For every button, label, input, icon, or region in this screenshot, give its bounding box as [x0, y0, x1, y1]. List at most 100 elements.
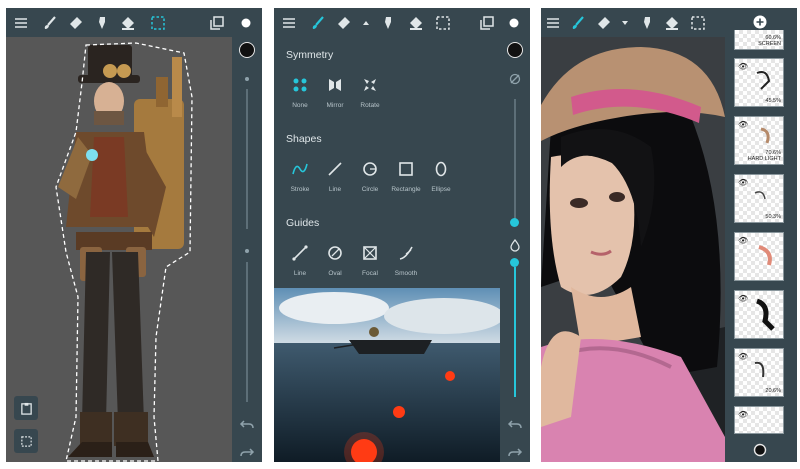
layer-thumbnail[interactable]: 👁 20.6% [734, 348, 784, 397]
option-label: Ellipse [431, 186, 451, 193]
layer-thumbnail[interactable]: 60.6% SCREEN [734, 30, 784, 50]
smudge-icon[interactable] [378, 13, 398, 33]
add-layer-icon[interactable] [750, 12, 770, 32]
layers-panel: 60.6% SCREEN 👁 45.5% 👁 70.6% HARD LIGHT 👁 … [725, 8, 797, 462]
option-guide-oval[interactable]: Oval [315, 242, 355, 277]
stroke-icon [292, 163, 308, 175]
brush-opacity-slider[interactable] [246, 262, 248, 402]
option-shape-stroke[interactable]: Stroke [280, 158, 320, 193]
layer-preview-sketch [758, 245, 772, 266]
brush-opacity-slider[interactable] [514, 267, 516, 397]
selection-icon[interactable] [688, 13, 708, 33]
eraser-icon[interactable] [594, 13, 614, 33]
layer-thumbnail[interactable]: 👁 [734, 406, 784, 434]
undo-icon[interactable] [237, 414, 257, 434]
selection-button[interactable] [14, 429, 38, 453]
layer-blend-mode: SCREEN [758, 41, 781, 47]
clipboard-button[interactable] [14, 396, 38, 420]
section-title-guides: Guides [286, 217, 320, 229]
current-color-swatch[interactable] [507, 42, 523, 58]
guide-oval-icon [328, 246, 342, 260]
brush-icon[interactable] [308, 13, 328, 33]
option-guide-focal[interactable]: Focal [350, 242, 390, 277]
girl-portrait-artwork [541, 37, 725, 462]
color-icon[interactable] [750, 440, 770, 460]
undo-icon[interactable] [505, 414, 525, 434]
option-shape-line[interactable]: Line [315, 158, 355, 193]
selection-icon[interactable] [433, 13, 453, 33]
caret-up-icon[interactable] [356, 13, 376, 33]
transparent-color-icon[interactable] [505, 69, 525, 89]
symmetry-mirror-icon [329, 79, 341, 91]
color-icon[interactable] [504, 13, 524, 33]
smudge-icon[interactable] [637, 13, 657, 33]
top-toolbar [274, 8, 530, 37]
layer-opacity: 50.3% [765, 214, 781, 220]
eraser-icon[interactable] [334, 13, 354, 33]
symmetry-rotate-icon [364, 79, 376, 91]
opacity-min-dot [245, 249, 249, 253]
eraser-icon[interactable] [66, 13, 86, 33]
option-label: Line [293, 270, 307, 277]
brush-icon[interactable] [568, 13, 588, 33]
guide-line-icon [292, 245, 308, 261]
menu-icon[interactable] [279, 13, 299, 33]
option-label: None [292, 102, 308, 109]
option-guide-line[interactable]: Line [280, 242, 320, 277]
layer-thumbnail[interactable]: 👁 [734, 232, 784, 281]
option-label: Line [328, 186, 342, 193]
phone-screen-layers: 60.6% SCREEN 👁 45.5% 👁 70.6% HARD LIGHT 👁 … [541, 8, 797, 462]
layer-thumbnail[interactable]: 👁 70.6% HARD LIGHT [734, 116, 784, 165]
option-symmetry-none[interactable]: None [280, 74, 320, 109]
layer-thumbnail[interactable]: 👁 45.5% [734, 58, 784, 107]
smudge-icon[interactable] [92, 13, 112, 33]
option-shape-ellipse[interactable]: Ellipse [421, 158, 461, 193]
canvas-area[interactable] [274, 288, 504, 462]
brush-size-slider[interactable] [246, 89, 248, 229]
steampunk-character-artwork [55, 42, 193, 462]
option-guide-smooth[interactable]: Smooth [386, 242, 426, 277]
option-symmetry-mirror[interactable]: Mirror [315, 74, 355, 109]
ellipse-icon [435, 161, 447, 177]
layer-thumbnail[interactable]: 👁 [734, 290, 784, 339]
canvas-area[interactable] [541, 37, 725, 462]
phone-screen-shapes-menu: Symmetry None Mirror Rotate Shapes Strok… [274, 8, 530, 462]
top-toolbar [541, 8, 725, 37]
canvas-area[interactable] [6, 37, 232, 462]
phone-screen-steampunk [6, 8, 262, 462]
fill-icon[interactable] [406, 13, 426, 33]
layer-thumbnail[interactable]: 👁 50.3% [734, 174, 784, 223]
symmetry-none-icon [293, 78, 307, 92]
option-label: Stroke [290, 186, 310, 193]
guide-smooth-icon [399, 246, 413, 260]
caret-down-icon[interactable] [615, 13, 635, 33]
fill-icon[interactable] [118, 13, 138, 33]
redo-icon[interactable] [505, 442, 525, 462]
brush-opacity-knob[interactable] [510, 258, 519, 267]
selection-icon[interactable] [148, 13, 168, 33]
color-icon[interactable] [236, 13, 256, 33]
menu-icon[interactable] [11, 13, 31, 33]
redo-icon[interactable] [237, 442, 257, 462]
option-shape-circle[interactable]: Circle [350, 158, 390, 193]
option-label: Circle [361, 186, 379, 193]
section-title-shapes: Shapes [286, 133, 322, 145]
section-title-symmetry: Symmetry [286, 49, 334, 61]
guide-focal-icon [363, 246, 377, 260]
option-symmetry-rotate[interactable]: Rotate [350, 74, 390, 109]
layers-icon[interactable] [207, 13, 227, 33]
current-color-swatch[interactable] [239, 42, 255, 58]
brush-size-knob[interactable] [510, 218, 519, 227]
clipboard-icon [20, 402, 32, 415]
option-shape-rectangle[interactable]: Rectangle [386, 158, 426, 193]
option-label: Smooth [394, 270, 418, 277]
eye-icon[interactable]: 👁 [738, 410, 748, 419]
menu-icon[interactable] [543, 13, 563, 33]
layers-icon[interactable] [477, 13, 497, 33]
brush-icon[interactable] [40, 13, 60, 33]
rectangle-icon [399, 162, 413, 176]
option-label: Rotate [360, 102, 380, 109]
fill-icon[interactable] [662, 13, 682, 33]
brush-size-slider[interactable] [514, 99, 516, 224]
brush-settings-rail [232, 37, 262, 462]
